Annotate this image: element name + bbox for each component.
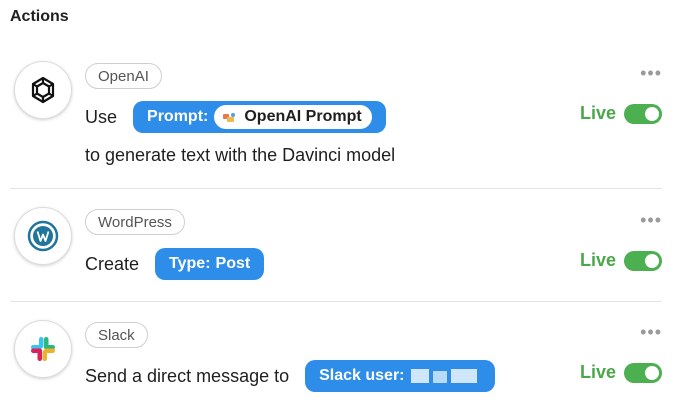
actions-heading: Actions: [10, 8, 69, 25]
action-verb: Use: [85, 106, 118, 127]
toggle-knob: [645, 253, 659, 268]
row-divider: [10, 188, 662, 189]
slack-icon: [31, 337, 55, 361]
prompt-value-pill[interactable]: OpenAI Prompt: [214, 105, 372, 129]
prompt-pill[interactable]: Prompt: OpenAI Prompt: [133, 101, 386, 133]
action-line-wordpress: Create Type: Post: [85, 248, 265, 280]
action-row-openai[interactable]: OpenAI Use Prompt: OpenAI Prompt to gene…: [10, 55, 662, 185]
pill-value: Post: [215, 255, 251, 272]
action-row-wordpress[interactable]: WordPress Create Type: Post ••• Live: [10, 200, 662, 295]
live-status: Live: [580, 250, 662, 271]
pill-key: Slack user:: [319, 367, 405, 384]
pill-value: OpenAI Prompt: [244, 108, 362, 125]
more-options-icon[interactable]: •••: [640, 210, 662, 231]
live-toggle[interactable]: [624, 250, 662, 271]
pill-key: Type:: [169, 255, 211, 272]
action-description: to generate text with the Davinci model: [85, 145, 396, 165]
live-status: Live: [580, 362, 662, 383]
openai-icon: [31, 76, 55, 104]
row-divider: [10, 301, 662, 302]
app-chip-openai: OpenAI: [85, 63, 162, 89]
redacted-username: [410, 365, 481, 387]
action-verb: Send a direct message to: [85, 365, 290, 386]
action-row-slack[interactable]: Slack Send a direct message to Slack use…: [10, 312, 662, 407]
live-label: Live: [579, 103, 616, 123]
wordpress-avatar: [14, 207, 72, 265]
prompt-icon: [222, 111, 236, 123]
wordpress-icon: [27, 220, 59, 252]
live-label: Live: [579, 362, 616, 382]
more-options-icon[interactable]: •••: [640, 63, 662, 84]
action-line-openai: Use Prompt: OpenAI Prompt: [85, 101, 386, 133]
live-toggle[interactable]: [624, 362, 662, 383]
toggle-knob: [645, 106, 659, 121]
slack-user-pill[interactable]: Slack user:: [305, 360, 495, 392]
live-status: Live: [580, 103, 662, 124]
openai-avatar: [14, 61, 72, 119]
action-verb: Create: [85, 253, 140, 274]
action-line-slack: Send a direct message to Slack user:: [85, 360, 495, 392]
slack-avatar: [14, 320, 72, 378]
app-chip-wordpress: WordPress: [85, 209, 185, 235]
type-pill[interactable]: Type: Post: [155, 248, 265, 280]
pill-key: Prompt:: [147, 108, 209, 125]
more-options-icon[interactable]: •••: [640, 322, 662, 343]
live-label: Live: [579, 250, 616, 270]
app-chip-slack: Slack: [85, 322, 148, 348]
live-toggle[interactable]: [624, 103, 662, 124]
toggle-knob: [645, 365, 659, 380]
